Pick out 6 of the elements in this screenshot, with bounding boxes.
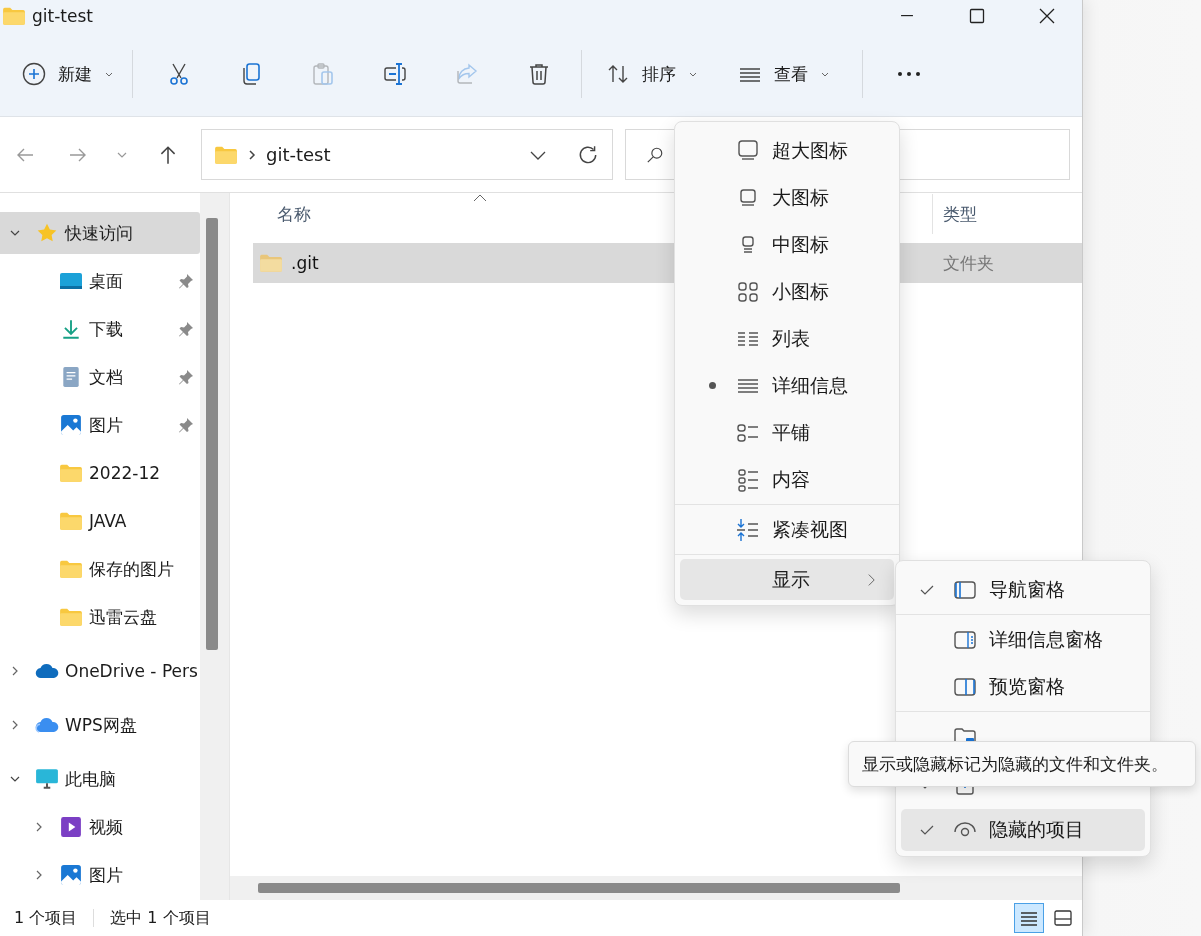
- selection-count: 选中 1 个项目: [110, 907, 211, 929]
- window-title: git-test: [32, 6, 93, 26]
- file-name: .git: [291, 253, 320, 273]
- tooltip: 显示或隐藏标记为隐藏的文件和文件夹。: [848, 741, 1196, 787]
- file-type: 文件夹: [943, 251, 994, 275]
- item-count: 1 个项目: [14, 907, 78, 929]
